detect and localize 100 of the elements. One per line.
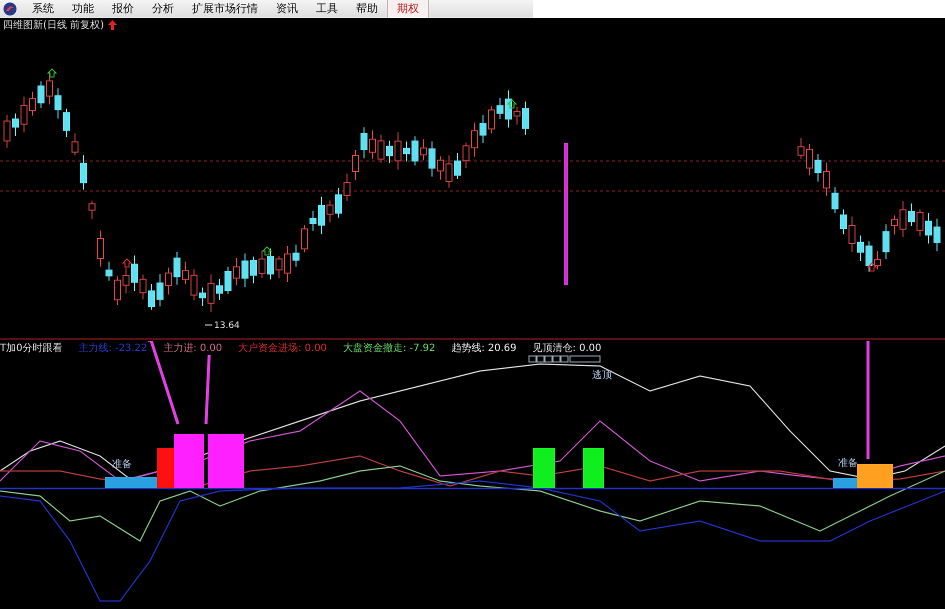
menu-item[interactable]: 扩展市场行情 [183,0,267,18]
candlestick [454,152,461,180]
candlestick [284,245,291,282]
candlestick [258,250,266,279]
indicator-reading: 主力进: 0.00 [163,341,222,355]
candlestick [806,144,813,176]
candlestick [318,196,325,235]
candlestick [925,212,932,244]
app-logo-icon[interactable] [3,2,17,16]
candlestick [174,251,180,286]
indicator-reading: 大盘资金撤走: -7.92 [342,341,436,355]
signal-label: 逃顶 [592,370,612,381]
menu-item[interactable]: 期权 [387,0,429,18]
menu-item[interactable]: 工具 [307,0,347,18]
candlestick [72,132,78,156]
candlestick [344,173,350,202]
candlestick [848,216,856,253]
candlestick [148,283,155,310]
signal-label: 准备 [112,459,132,470]
candlestick [46,72,53,105]
candlestick [190,268,198,301]
candlestick [326,200,334,223]
candlestick [488,106,495,134]
candlestick [29,91,36,116]
candlestick [140,274,146,300]
candlestick [4,114,10,148]
candlestick [80,154,87,190]
candlestick [840,208,847,235]
indicator-name: T加0分时跟看 [0,341,62,355]
candlestick [866,240,872,272]
candlestick [199,287,206,307]
candlestick [106,261,112,282]
indicator-reading: 趋势线: 20.69 [451,341,517,355]
candlestick [814,153,822,182]
up-arrow-icon [108,20,117,30]
candlestick [369,130,376,160]
candlestick [891,214,898,236]
indicator-reading: 主力线: -23.22 [78,341,148,355]
candlestick [97,230,104,268]
up-arrow-icon [122,258,132,268]
candlestick [446,154,452,188]
candlestick [267,248,274,280]
candlestick [505,90,512,128]
candlestick [823,162,830,196]
candlestick [242,253,248,288]
candlestick [131,254,138,292]
candlestick [882,224,890,260]
candlestick [88,200,96,220]
candlestick [471,122,478,158]
candlestick [208,274,214,313]
chart-title: 四维图新(日线 前复权) [3,18,104,32]
candlestick [428,140,436,178]
candlestick [20,96,28,133]
menu-item[interactable]: 系统 [23,0,63,18]
candlestick [216,278,223,300]
candlestick [857,234,864,262]
menu-item[interactable]: 功能 [63,0,103,18]
candlestick [114,276,121,306]
candlestick [420,138,427,161]
menu-item[interactable]: 帮助 [347,0,387,18]
candlestick [335,187,342,218]
candlestick [496,98,504,120]
candlestick [514,106,520,126]
up-arrow-icon [46,68,58,78]
menu-item[interactable]: 分析 [143,0,183,18]
menu-item[interactable]: 报价 [103,0,143,18]
low-price-label: 13.64 [204,321,240,331]
candlestick [462,142,470,168]
candlestick [182,261,189,285]
candlestick [310,210,316,232]
candlestick [12,113,19,136]
candlestick [900,200,906,238]
candlestick [63,108,70,138]
indicator-reading: 大户资金进场: 0.00 [238,341,327,355]
candlestick [224,266,232,294]
candlestick [437,156,444,180]
candlestick [250,256,257,284]
candlestick [394,132,402,170]
candlestick [165,267,172,295]
up-arrow-icon [262,246,272,256]
box-row-drawing [528,356,600,362]
candlestick [122,267,130,294]
candlestick [292,244,300,268]
signal-label: 准备 [838,458,858,469]
candlestick [403,141,410,162]
candlestick [233,258,240,286]
up-arrow-icon [866,262,878,272]
menu-item[interactable]: 资讯 [267,0,307,18]
candlestick [156,274,164,307]
candlestick [832,186,838,214]
candlestick [934,218,940,252]
candlestick [378,134,384,164]
candlestick [908,203,915,226]
candlestick [412,136,418,166]
candlestick [38,80,44,108]
candlestick [352,150,359,180]
indicator-reading: 见顶清仓: 0.00 [532,341,602,355]
candlestick [276,255,282,279]
up-arrow-icon [506,99,518,108]
candlestick [360,126,368,159]
